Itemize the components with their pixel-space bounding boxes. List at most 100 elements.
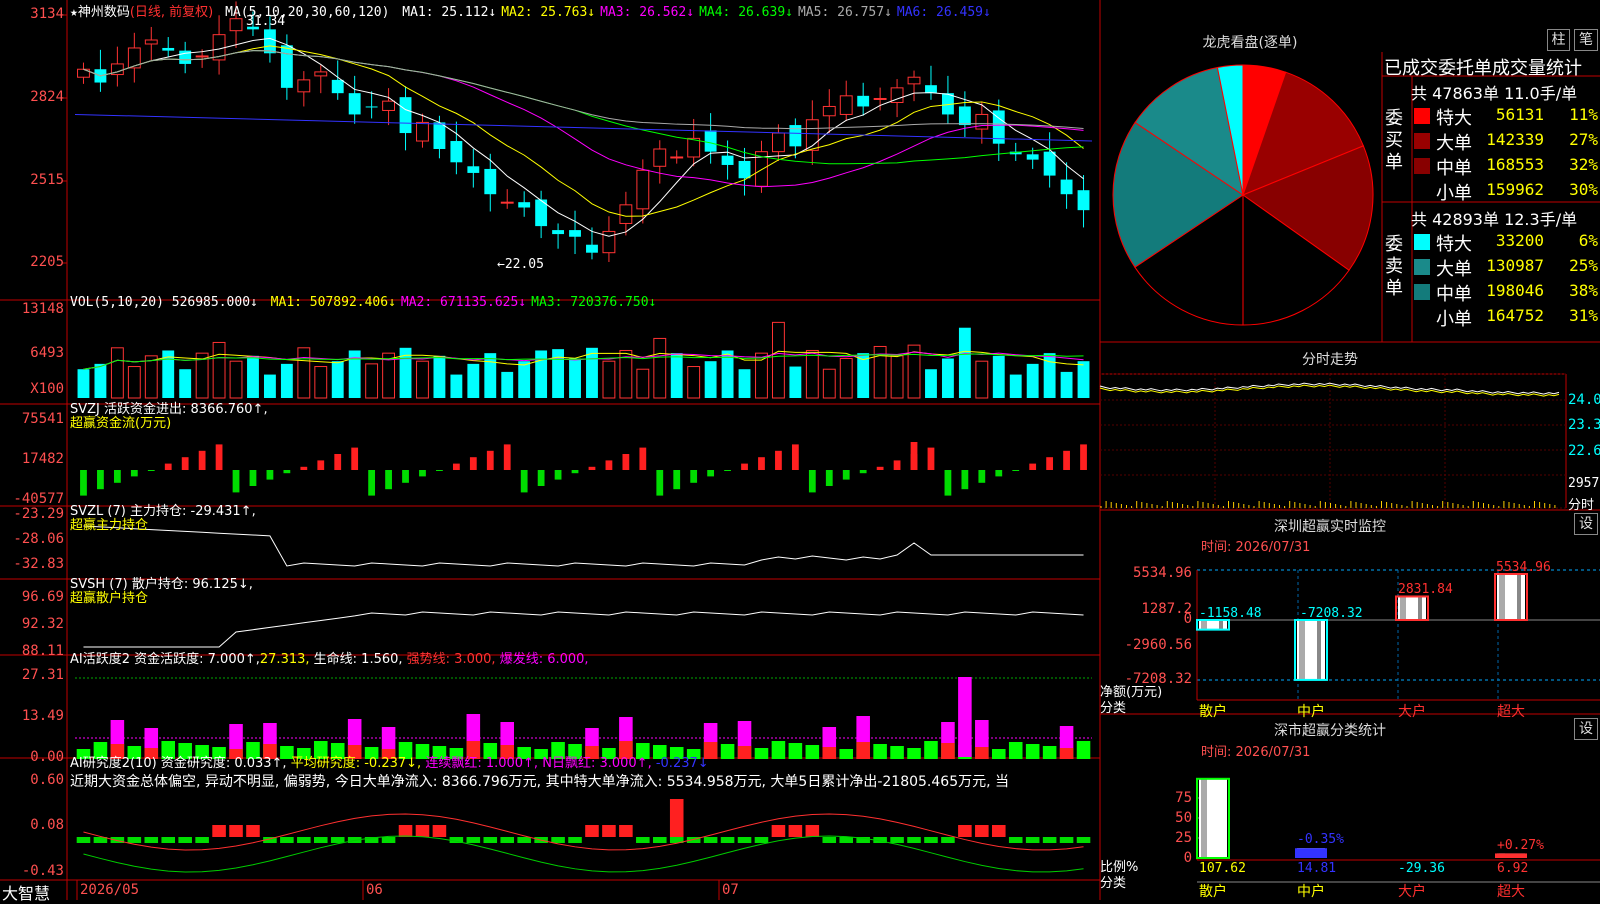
y-tick-label: 22.63: [1568, 443, 1600, 459]
candle: [263, 29, 276, 54]
fund-flow-bar: [690, 470, 698, 483]
legend-swatch: [1414, 133, 1430, 149]
class-bar-shade: [1201, 778, 1207, 858]
ma-value-1: MA1: 25.112↓: [402, 5, 497, 20]
sz-monitor-time: 时间: 2026/07/31: [1201, 540, 1311, 555]
candle: [382, 100, 396, 111]
fund-flow-bar: [351, 447, 359, 470]
monitor-bar[interactable]: [1494, 573, 1528, 621]
volume-bar: [501, 371, 514, 398]
vol-ma-value-3: MA3: 720376.750↓: [531, 295, 657, 310]
buy-row-value: 159962: [1486, 180, 1544, 199]
sz-class-settings-button[interactable]: 设: [1574, 718, 1598, 740]
research-bar: [1059, 837, 1074, 843]
volume-bar: [839, 358, 853, 399]
monitor-category-label: 大户: [1398, 704, 1426, 720]
ma-values: MA1: 25.112↓ MA2: 25.763↓ MA3: 26.562↓ MA4:…: [397, 5, 991, 20]
research-bar: [229, 825, 243, 837]
monitor-bar-shade: [1400, 596, 1406, 620]
research-bar: [822, 837, 837, 843]
y-tick-label: 3134: [30, 6, 64, 22]
candle: [873, 97, 887, 100]
y-tick-label: 13.49: [21, 708, 64, 724]
volume-bar: [450, 374, 463, 398]
fund-flow-bar: [164, 463, 172, 470]
candle: [162, 47, 175, 51]
stock-name[interactable]: 神州数码: [78, 5, 130, 20]
research-bar: [1076, 837, 1091, 843]
y-tick-label: 2515: [30, 172, 64, 188]
fund-flow-bar: [673, 470, 681, 490]
low-price-marker: ←22.05: [497, 257, 544, 272]
ai-research-v2: 平均研究度: -0.237↓,: [290, 756, 422, 771]
fund-flow-bar: [927, 447, 935, 470]
ai-activity-title: AI活跃度2 资金活跃度: 7.000↑,: [70, 652, 260, 667]
class-bar-outline: [1495, 853, 1527, 858]
research-bar: [381, 837, 396, 843]
volume-bar: [127, 366, 141, 399]
fund-flow-bar: [317, 460, 325, 470]
activity-bar-red: [737, 746, 752, 759]
fund-flow-bar: [334, 454, 342, 470]
buy-row-value: 142339: [1486, 130, 1544, 149]
sz-monitor-settings-button[interactable]: 设: [1574, 513, 1598, 535]
sell-total: 共 42893单 12.3手/单: [1411, 210, 1578, 229]
research-bar: [568, 837, 582, 843]
activity-burst-bar: [229, 724, 243, 749]
chart-period[interactable]: (日线, 前复权): [130, 5, 213, 20]
volume-bar: [687, 366, 701, 399]
intraday-title: 分时走势: [1302, 352, 1358, 368]
buy-side-label: 委买单: [1385, 108, 1403, 173]
intraday-vol-label: 分时: [1568, 498, 1595, 513]
y-tick-label: 75: [1175, 790, 1192, 806]
vol-ma-values: MA1: 507892.406↓ MA2: 671135.625↓ MA3: 720…: [266, 295, 657, 310]
class-bar[interactable]: [1495, 853, 1527, 858]
fund-flow-bar: [402, 470, 409, 483]
y-tick-label: 75541: [21, 411, 64, 427]
volume-bar: [1026, 363, 1039, 398]
bar-mode-button[interactable]: 柱: [1547, 29, 1570, 51]
monitor-bar[interactable]: [1196, 619, 1230, 631]
y-tick-label: 6493: [30, 345, 64, 361]
candle: [975, 113, 989, 130]
research-bar: [178, 837, 192, 843]
monitor-bar-shade: [1499, 574, 1505, 620]
monitor-bar-label: -7208.32: [1300, 606, 1363, 621]
fund-flow-bar: [808, 470, 816, 493]
buy-row-value: 168553: [1486, 155, 1544, 174]
volume-bar: [602, 360, 616, 399]
dragon-title: 龙虎看盘(逐单): [1202, 35, 1298, 51]
research-bar: [907, 837, 921, 843]
research-bar: [432, 825, 447, 837]
research-bar: [1025, 837, 1040, 843]
sell-row-label: 大单: [1436, 259, 1472, 280]
research-bar: [805, 825, 820, 837]
volume-bar: [925, 369, 937, 398]
activity-bar: [839, 749, 854, 759]
tick-mode-button[interactable]: 笔: [1574, 29, 1598, 51]
monitor-bar-shade: [1219, 620, 1223, 630]
monitor-category-label: 中户: [1297, 704, 1325, 720]
activity-burst-bar: [856, 716, 870, 742]
volume-bar: [77, 369, 90, 398]
fund-flow-bar: [1063, 450, 1070, 470]
fund-flow-bar: [758, 457, 765, 470]
research-bar: [669, 799, 684, 837]
research-bar: [771, 825, 786, 837]
volume-bar: [247, 355, 259, 398]
fund-flow-bar: [80, 470, 87, 496]
volume-bar: [1077, 361, 1090, 398]
volume-bar: [805, 349, 819, 399]
fund-flow-bar: [147, 470, 155, 471]
monitor-bar-label: 5534.96: [1496, 560, 1551, 575]
buy-row-label: 特大: [1436, 108, 1472, 129]
class-bar[interactable]: [1295, 848, 1327, 858]
fund-flow-bar: [588, 466, 596, 470]
research-bar: [737, 837, 752, 843]
ai-research-title: AI研究度2(10) 资金研究度: 0.033↑,: [70, 756, 287, 771]
monitor-bar[interactable]: [1294, 619, 1328, 681]
monitor-bar[interactable]: [1395, 595, 1429, 621]
volume-bar: [1009, 374, 1022, 398]
class-bar[interactable]: [1196, 777, 1230, 859]
activity-burst-bar: [381, 727, 396, 749]
